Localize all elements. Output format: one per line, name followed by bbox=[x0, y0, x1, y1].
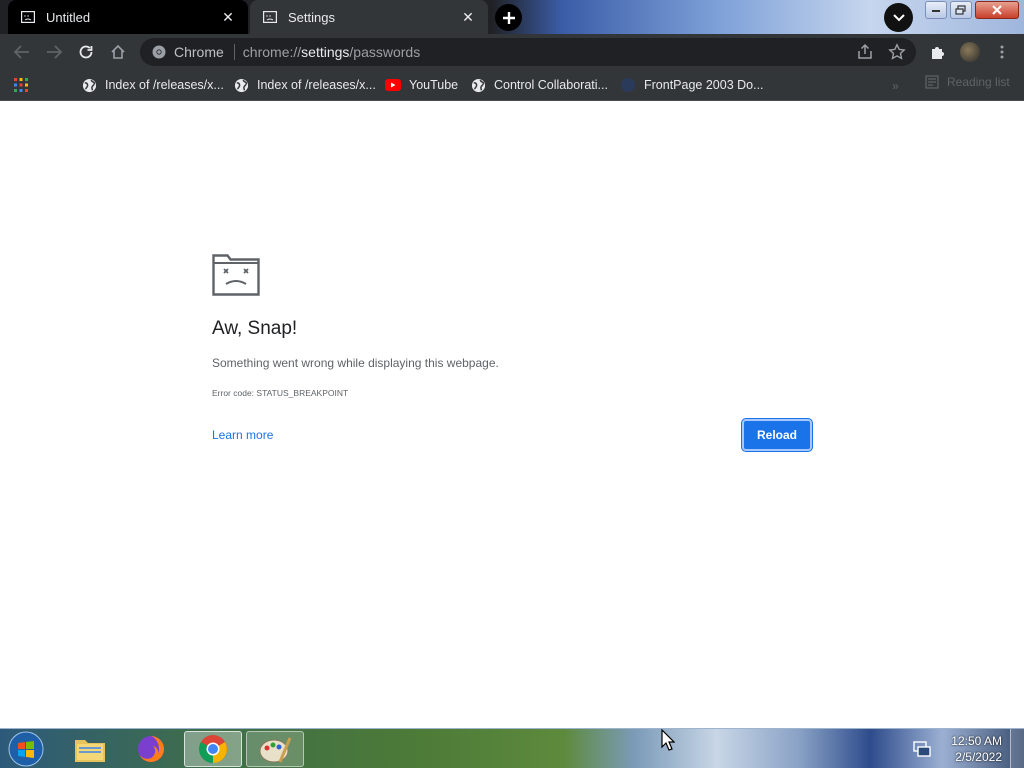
avatar bbox=[960, 42, 980, 62]
youtube-icon bbox=[385, 77, 401, 93]
windows-orb-icon bbox=[8, 731, 44, 767]
home-button[interactable] bbox=[104, 38, 132, 66]
back-button[interactable] bbox=[8, 38, 36, 66]
taskbar-paint[interactable] bbox=[246, 731, 304, 767]
firefox-icon bbox=[138, 736, 164, 762]
bookmark-label: YouTube bbox=[409, 78, 459, 92]
reading-list-button[interactable]: Reading list bbox=[925, 75, 1010, 89]
chevron-down-icon bbox=[892, 13, 905, 21]
error-code: Error code: STATUS_BREAKPOINT bbox=[212, 388, 349, 398]
tab-strip: x x Untitled ✕ x x Settings ✕ bbox=[0, 0, 1024, 34]
globe-icon bbox=[81, 77, 97, 93]
globe-icon bbox=[233, 77, 249, 93]
forward-arrow-icon bbox=[47, 45, 62, 59]
reload-button[interactable]: Reload bbox=[742, 419, 812, 451]
restore-icon bbox=[955, 5, 966, 15]
profile-button[interactable] bbox=[956, 38, 984, 66]
sad-folder-icon bbox=[212, 254, 260, 296]
sad-tab-icon: x x bbox=[262, 9, 278, 25]
home-icon bbox=[111, 44, 125, 59]
chrome-icon bbox=[199, 735, 227, 763]
show-desktop-button[interactable] bbox=[1010, 729, 1024, 768]
bookmark-item-youtube[interactable]: YouTube bbox=[385, 74, 458, 96]
close-window-button[interactable] bbox=[975, 1, 1019, 19]
clock-date: 2/5/2022 bbox=[955, 750, 1002, 764]
share-icon[interactable] bbox=[856, 43, 874, 61]
error-title: Aw, Snap! bbox=[212, 318, 298, 339]
back-arrow-icon bbox=[14, 45, 29, 59]
bookmark-label: Index of /releases/x... bbox=[105, 78, 224, 92]
reading-list-label: Reading list bbox=[947, 75, 1010, 89]
bookmark-star-icon[interactable] bbox=[888, 43, 906, 61]
bookmark-label: Index of /releases/x... bbox=[257, 78, 376, 92]
url-text[interactable]: chrome://settings/passwords bbox=[243, 44, 420, 60]
taskbar-file-explorer[interactable] bbox=[61, 731, 119, 767]
taskbar-chrome[interactable] bbox=[184, 731, 242, 767]
omnibox-chip-label: Chrome bbox=[174, 44, 224, 60]
learn-more-link[interactable]: Learn more bbox=[212, 428, 273, 442]
address-bar[interactable]: Chrome chrome://settings/passwords bbox=[140, 38, 916, 66]
tab-settings[interactable]: x x Settings ✕ bbox=[250, 0, 488, 34]
refresh-icon bbox=[79, 45, 93, 59]
puzzle-icon bbox=[932, 47, 944, 59]
bookmark-item[interactable]: Index of /releases/x... bbox=[81, 74, 224, 96]
reading-list-icon bbox=[925, 75, 939, 89]
error-message: Something went wrong while displaying th… bbox=[212, 356, 499, 370]
page-icon bbox=[620, 77, 636, 93]
reload-toolbar-button[interactable] bbox=[72, 38, 100, 66]
restore-button[interactable] bbox=[950, 1, 972, 19]
apps-grid-icon bbox=[14, 78, 28, 92]
url-host: settings bbox=[301, 44, 350, 60]
close-icon bbox=[992, 5, 1002, 15]
more-vert-icon bbox=[1000, 45, 1004, 59]
svg-text:x x: x x bbox=[266, 13, 271, 18]
taskbar-firefox[interactable] bbox=[122, 731, 180, 767]
tab-search-button[interactable] bbox=[884, 3, 913, 32]
tab-title: Untitled bbox=[46, 9, 91, 25]
page-content: Aw, Snap! Something went wrong while dis… bbox=[0, 102, 1024, 728]
chrome-icon[interactable] bbox=[150, 43, 168, 61]
plus-icon bbox=[502, 11, 515, 24]
tab-title: Settings bbox=[288, 9, 335, 25]
url-prefix: chrome:// bbox=[242, 44, 302, 60]
mouse-cursor-icon bbox=[661, 729, 675, 751]
bookmark-item[interactable]: Control Collaborati... bbox=[470, 74, 608, 96]
forward-button[interactable] bbox=[40, 38, 68, 66]
omnibox-divider bbox=[233, 44, 235, 60]
clock-time: 12:50 AM bbox=[951, 734, 1002, 748]
globe-icon bbox=[470, 77, 486, 93]
paint-palette-icon bbox=[259, 737, 292, 763]
menu-button[interactable] bbox=[988, 38, 1016, 66]
url-path: /passwords bbox=[349, 44, 421, 60]
tab-untitled[interactable]: x x Untitled ✕ bbox=[8, 0, 248, 34]
bookmark-label: FrontPage 2003 Do... bbox=[644, 78, 764, 92]
bookmarks-bar: Index of /releases/x... Index of /releas… bbox=[0, 70, 1024, 101]
bookmark-label: Control Collaborati... bbox=[494, 78, 608, 92]
bookmarks-overflow-button[interactable]: » bbox=[892, 79, 899, 93]
svg-text:x x: x x bbox=[24, 13, 29, 18]
minimize-button[interactable] bbox=[925, 1, 947, 19]
start-button[interactable] bbox=[4, 730, 48, 768]
new-tab-button[interactable] bbox=[495, 4, 522, 31]
apps-button[interactable] bbox=[13, 74, 29, 96]
network-icon[interactable] bbox=[912, 739, 932, 759]
extensions-button[interactable] bbox=[924, 38, 952, 66]
minimize-icon bbox=[932, 10, 940, 12]
taskbar: 12:50 AM 2/5/2022 bbox=[0, 728, 1024, 768]
close-tab-icon[interactable]: ✕ bbox=[220, 9, 236, 25]
bookmark-item[interactable]: FrontPage 2003 Do... bbox=[620, 74, 764, 96]
bookmark-item[interactable]: Index of /releases/x... bbox=[233, 74, 376, 96]
sad-tab-icon: x x bbox=[20, 9, 36, 25]
close-tab-icon[interactable]: ✕ bbox=[460, 9, 476, 25]
folder-icon bbox=[75, 740, 105, 762]
system-clock[interactable]: 12:50 AM 2/5/2022 bbox=[940, 733, 1002, 765]
